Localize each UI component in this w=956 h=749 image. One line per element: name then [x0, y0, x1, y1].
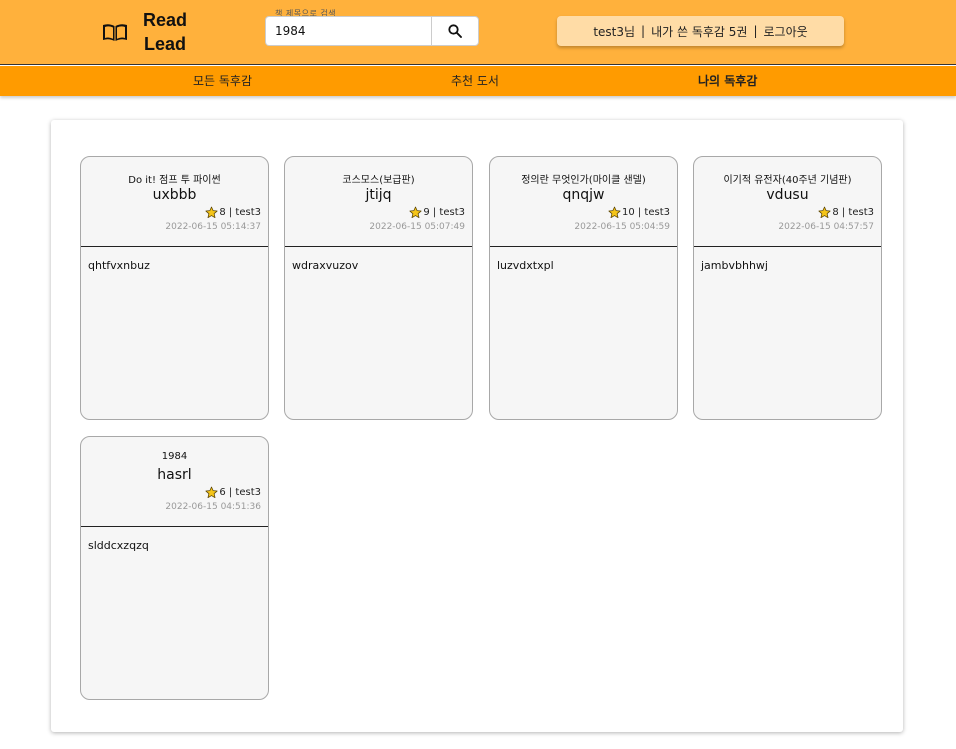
- review-title: vdusu: [766, 187, 809, 203]
- meta-divider: |: [634, 207, 645, 218]
- divider: |: [753, 24, 758, 38]
- review-body: jambvbhhwj: [701, 259, 768, 272]
- review-author: test3: [848, 207, 874, 218]
- review-body: luzvdxtxpl: [497, 259, 554, 272]
- review-title: jtijq: [365, 187, 392, 203]
- star-icon: [818, 206, 831, 219]
- search-input[interactable]: [265, 16, 431, 46]
- review-author: test3: [439, 207, 465, 218]
- logo[interactable]: Read Lead: [102, 8, 187, 56]
- review-title: qnqjw: [562, 187, 605, 203]
- logo-line-2: Lead: [144, 34, 187, 54]
- review-card[interactable]: 이기적 유전자(40주년 기념판) vdusu 8 | test3 2022-0…: [693, 156, 882, 420]
- review-date: 2022-06-15 04:57:57: [778, 222, 874, 232]
- star-icon: [409, 206, 422, 219]
- review-card[interactable]: 코스모스(보급판) jtijq 9 | test3 2022-06-15 05:…: [284, 156, 473, 420]
- meta-divider: |: [429, 207, 440, 218]
- review-card[interactable]: Do it! 점프 투 파이썬 uxbbb 8 | test3 2022-06-…: [80, 156, 269, 420]
- review-author: test3: [235, 207, 261, 218]
- review-meta: 8 | test3: [818, 206, 874, 219]
- review-author: test3: [644, 207, 670, 218]
- review-card-header: 코스모스(보급판) jtijq 9 | test3 2022-06-15 05:…: [285, 157, 472, 247]
- meta-divider: |: [838, 207, 849, 218]
- nav-bar: 모든 독후감 추천 도서 나의 독후감: [0, 66, 956, 96]
- logo-line-1: Read: [143, 10, 188, 30]
- divider: |: [641, 24, 646, 38]
- book-title: 정의란 무엇인가(마이클 샌델): [521, 175, 646, 186]
- review-author: test3: [235, 487, 261, 498]
- review-card-header: 정의란 무엇인가(마이클 샌델) qnqjw 10 | test3 2022-0…: [490, 157, 677, 247]
- nav-recommended[interactable]: 추천 도서: [451, 66, 499, 96]
- header-bar: Read Lead 책 제목으로 검색 test3님 | 내가 쓴 독후감 5권…: [0, 0, 956, 65]
- review-meta: 10 | test3: [608, 206, 670, 219]
- book-title: 코스모스(보급판): [342, 175, 415, 186]
- review-card[interactable]: 1984 hasrl 6 | test3 2022-06-15 04:51:36…: [80, 436, 269, 700]
- star-icon: [205, 206, 218, 219]
- review-date: 2022-06-15 05:14:37: [165, 222, 261, 232]
- logout-link[interactable]: 로그아웃: [764, 23, 808, 40]
- review-card-header: 이기적 유전자(40주년 기념판) vdusu 8 | test3 2022-0…: [694, 157, 881, 247]
- logo-text: Read Lead: [143, 8, 187, 56]
- star-icon: [608, 206, 621, 219]
- rating-value: 10: [621, 207, 635, 218]
- search-button[interactable]: [431, 16, 479, 46]
- nav-all-reviews[interactable]: 모든 독후감: [193, 66, 252, 96]
- review-list-panel: Do it! 점프 투 파이썬 uxbbb 8 | test3 2022-06-…: [51, 120, 903, 732]
- open-book-icon: [103, 24, 127, 41]
- my-reviews-count-link[interactable]: 내가 쓴 독후감 5권: [651, 23, 747, 40]
- review-title: hasrl: [157, 467, 192, 483]
- nav-my-reviews[interactable]: 나의 독후감: [698, 66, 757, 96]
- star-icon: [205, 486, 218, 499]
- review-date: 2022-06-15 05:07:49: [369, 222, 465, 232]
- book-title: 이기적 유전자(40주년 기념판): [723, 175, 852, 186]
- search-icon: [448, 24, 462, 38]
- review-card-header: 1984 hasrl 6 | test3 2022-06-15 04:51:36: [81, 437, 268, 527]
- review-body: qhtfvxnbuz: [88, 259, 150, 272]
- book-title: 1984: [161, 451, 188, 462]
- meta-divider: |: [225, 487, 236, 498]
- review-card-header: Do it! 점프 투 파이썬 uxbbb 8 | test3 2022-06-…: [81, 157, 268, 247]
- review-title: uxbbb: [152, 187, 197, 203]
- review-meta: 6 | test3: [205, 486, 261, 499]
- book-title: Do it! 점프 투 파이썬: [128, 175, 221, 186]
- user-greeting: test3님: [593, 24, 636, 39]
- review-meta: 9 | test3: [409, 206, 465, 219]
- review-date: 2022-06-15 04:51:36: [165, 502, 261, 512]
- review-body: slddcxzqzq: [88, 539, 149, 552]
- review-meta: 8 | test3: [205, 206, 261, 219]
- review-date: 2022-06-15 05:04:59: [574, 222, 670, 232]
- meta-divider: |: [225, 207, 236, 218]
- review-card[interactable]: 정의란 무엇인가(마이클 샌델) qnqjw 10 | test3 2022-0…: [489, 156, 678, 420]
- user-menu: test3님 | 내가 쓴 독후감 5권 | 로그아웃: [557, 16, 844, 46]
- review-body: wdraxvuzov: [292, 259, 359, 272]
